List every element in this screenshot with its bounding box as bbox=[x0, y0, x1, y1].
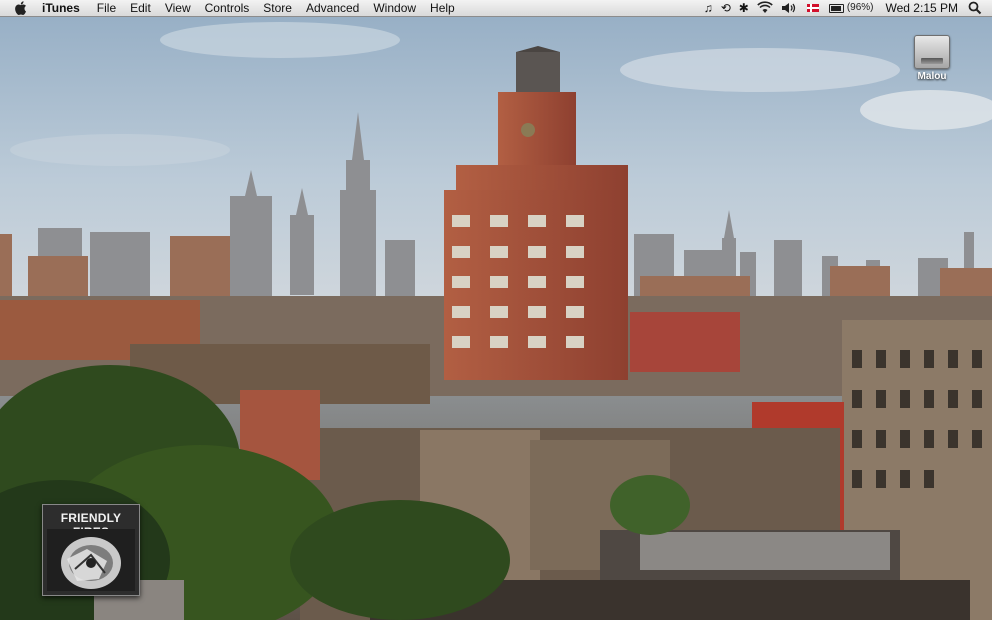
menu-window[interactable]: Window bbox=[366, 0, 423, 16]
menu-extras: ♫ ⟲ ✱ (96%) Wed 2:15 PM bbox=[700, 0, 992, 16]
menu-file[interactable]: File bbox=[90, 0, 123, 16]
desktop: iTunes File Edit View Controls Store Adv… bbox=[0, 0, 992, 620]
battery-level-fill bbox=[830, 5, 842, 11]
desktop-drive-icon[interactable]: Malou bbox=[904, 35, 960, 82]
menu-help[interactable]: Help bbox=[423, 0, 462, 16]
hard-drive-icon bbox=[914, 35, 950, 69]
battery-status[interactable]: (96%) bbox=[828, 0, 874, 16]
apple-logo-icon[interactable] bbox=[14, 0, 28, 16]
music-note-icon[interactable]: ♫ bbox=[704, 0, 713, 16]
menu-clock[interactable]: Wed 2:15 PM bbox=[886, 0, 958, 16]
album-art-widget[interactable]: FRIENDLY FIRES bbox=[42, 504, 140, 596]
wallpaper-image bbox=[0, 0, 992, 620]
menu-app-itunes[interactable]: iTunes bbox=[41, 0, 90, 16]
wifi-icon[interactable] bbox=[757, 0, 773, 16]
battery-percentage: (96%) bbox=[846, 2, 874, 13]
danish-flag-icon[interactable] bbox=[806, 4, 819, 12]
time-machine-icon[interactable]: ⟲ bbox=[721, 0, 731, 16]
bluetooth-icon[interactable]: ✱ bbox=[739, 0, 749, 16]
album-cover-image bbox=[47, 529, 135, 591]
spotlight-search-icon[interactable] bbox=[968, 1, 982, 15]
menu-controls[interactable]: Controls bbox=[198, 0, 257, 16]
menu-advanced[interactable]: Advanced bbox=[299, 0, 366, 16]
battery-icon bbox=[828, 3, 844, 13]
menu-store[interactable]: Store bbox=[256, 0, 299, 16]
drive-label: Malou bbox=[917, 71, 947, 82]
menu-view[interactable]: View bbox=[158, 0, 198, 16]
menu-edit[interactable]: Edit bbox=[123, 0, 158, 16]
volume-icon[interactable] bbox=[781, 0, 797, 16]
menu-bar: iTunes File Edit View Controls Store Adv… bbox=[0, 0, 992, 17]
